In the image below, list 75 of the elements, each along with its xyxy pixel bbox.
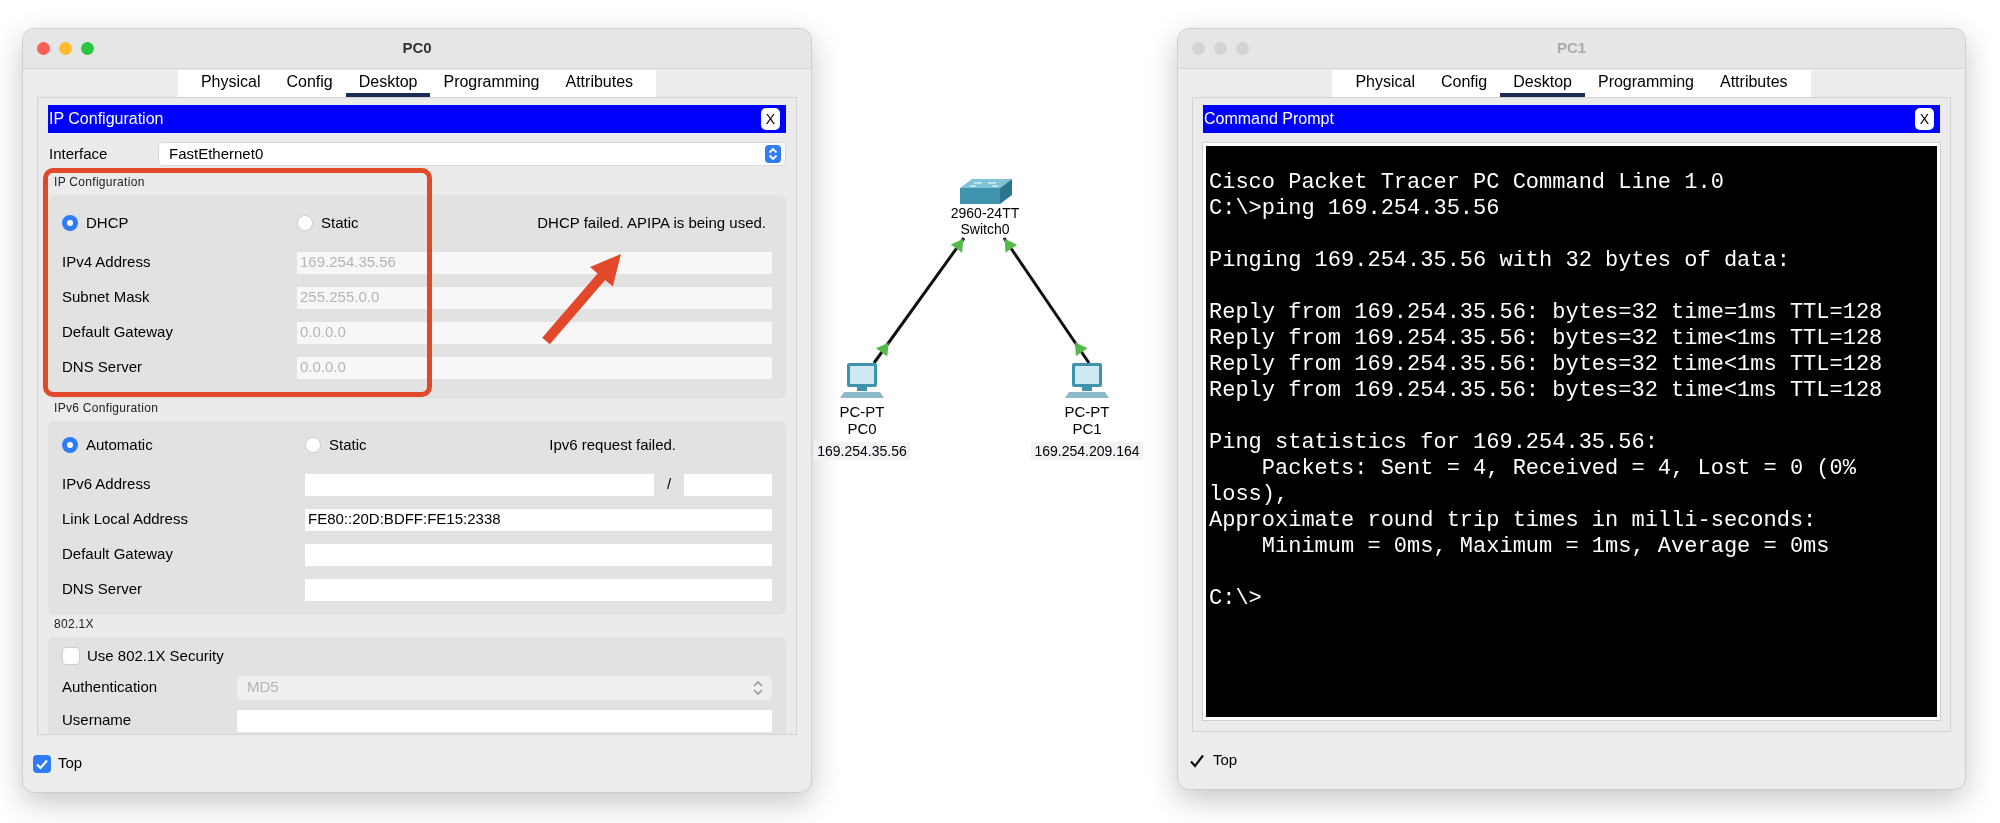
field-label: Authentication (62, 677, 159, 698)
radio-option[interactable]: Automatic (62, 433, 305, 457)
radio-option[interactable]: Static (305, 433, 367, 457)
terminal-line: Reply from 169.254.35.56: bytes=32 time<1ms TTL=128 (1209, 378, 1883, 404)
panel-title: IP Configuration (49, 109, 164, 129)
tab[interactable]: Physical (1342, 70, 1428, 97)
tab[interactable]: Programming (1584, 70, 1707, 97)
terminal-line: Approximate round trip times in milli-seconds: (1209, 508, 1817, 534)
device-model: PC-PT (1064, 403, 1110, 420)
checkbox-icon (33, 754, 51, 773)
text-field[interactable] (305, 578, 772, 601)
field-label: Subnet Mask (62, 287, 151, 308)
tab[interactable]: Attributes (1707, 70, 1801, 97)
device-model: PC-PT (839, 403, 885, 420)
close-button[interactable] (37, 42, 50, 55)
terminal-line: Reply from 169.254.35.56: bytes=32 time<1ms TTL=128 (1209, 326, 1883, 352)
field-label: Link Local Address (62, 509, 189, 530)
section-heading: 802.1X (53, 616, 95, 633)
device-name: PC1 (1072, 420, 1102, 437)
field-label: DNS Server (62, 579, 144, 600)
checkbox[interactable]: Top (33, 752, 83, 775)
text-field[interactable] (305, 473, 654, 496)
terminal-line: Pinging 169.254.35.56 with 32 bytes of data: (1209, 248, 1790, 274)
ip-address-label: 169.254.35.56 (814, 442, 910, 460)
computer-icon[interactable] (840, 362, 884, 399)
field-label: Interface (48, 143, 109, 164)
stepper-icon (750, 678, 766, 697)
checkbox[interactable]: Top (1188, 749, 1238, 772)
field-label: Username (62, 710, 133, 731)
close-button[interactable]: X (761, 108, 780, 130)
tab[interactable]: Config (273, 70, 346, 97)
interface-dropdown[interactable]: FastEthernet0 (158, 142, 786, 166)
ip-address-label: 169.254.209.164 (1031, 442, 1143, 460)
panel-title: Command Prompt (1204, 109, 1334, 129)
field-label: DNS Server (62, 357, 144, 378)
terminal-line: C:\>ping 169.254.35.56 (1209, 196, 1500, 222)
device-model: 2960-24TT (950, 205, 1020, 221)
terminal-line: loss), (1209, 482, 1289, 508)
section-heading: IP Configuration (53, 174, 146, 191)
text-field[interactable] (305, 543, 772, 566)
window-title: PC0 (402, 38, 432, 59)
separator-text: / (665, 474, 673, 495)
section-heading: IPv6 Configuration (53, 400, 160, 417)
field-label: IPv4 Address (62, 252, 152, 273)
terminal-line: Cisco Packet Tracer PC Command Line 1.0 (1209, 170, 1724, 196)
device-name: PC0 (847, 420, 877, 437)
window-title: PC1 (1556, 38, 1587, 59)
minimize-button[interactable] (59, 42, 72, 55)
field-label: IPv6 Address (62, 474, 152, 495)
text-field[interactable] (684, 473, 772, 496)
text-field[interactable]: FE80::20D:BDFF:FE15:2338 (305, 508, 772, 531)
tab[interactable]: Programming (430, 70, 553, 97)
terminal-line: Packets: Sent = 4, Received = 4, Lost = 0 (0% (1260, 456, 1856, 482)
terminal-line: Ping statistics for 169.254.35.56: (1209, 430, 1658, 456)
tab[interactable]: Physical (187, 70, 274, 97)
close-button[interactable]: X (1915, 108, 1934, 130)
terminal-line: Reply from 169.254.35.56: bytes=32 time=1ms TTL=128 (1209, 300, 1883, 326)
stepper-icon (765, 145, 781, 163)
checkbox[interactable]: Use 802.1X Security (62, 641, 224, 671)
terminal-line: C:\> (1209, 586, 1262, 612)
radio-option[interactable]: DHCP (62, 211, 297, 235)
field-label: Default Gateway (62, 322, 174, 343)
computer-icon[interactable] (1065, 362, 1109, 399)
status-message: Ipv6 request failed. (549, 434, 677, 455)
radio-option[interactable]: Static (297, 211, 359, 235)
device-name: Switch0 (960, 221, 1010, 237)
field-label: Default Gateway (62, 544, 174, 565)
tab[interactable]: Config (1428, 70, 1501, 97)
text-field[interactable] (237, 709, 772, 732)
terminal-line: Minimum = 0ms, Maximum = 1ms, Average = 0ms (1260, 534, 1830, 560)
tab[interactable]: Attributes (552, 70, 647, 97)
zoom-button[interactable] (81, 42, 94, 55)
status-message: DHCP failed. APIPA is being used. (537, 212, 767, 233)
terminal-line: Reply from 169.254.35.56: bytes=32 time<1ms TTL=128 (1209, 352, 1883, 378)
checkbox-icon (62, 647, 80, 665)
